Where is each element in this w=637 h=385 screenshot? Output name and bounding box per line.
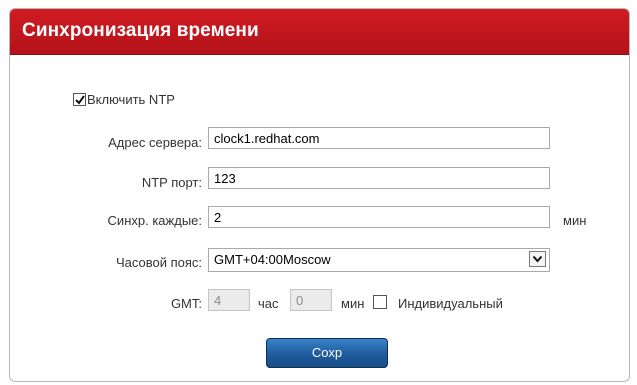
enable-ntp-label: Включить NTP <box>87 92 175 107</box>
checkmark-icon <box>75 95 85 105</box>
sync-interval-input[interactable] <box>208 206 550 228</box>
gmt-minutes-unit: мин <box>341 296 365 311</box>
gmt-label: GMT: <box>170 296 202 311</box>
timezone-selected-value: GMT+04:00Moscow <box>214 252 331 267</box>
server-address-label: Адрес сервера: <box>108 135 202 150</box>
custom-gmt-label: Индивидуальный <box>398 296 503 311</box>
page-title: Синхронизация времени <box>22 20 259 41</box>
timezone-select[interactable]: GMT+04:00Moscow <box>208 248 550 272</box>
timezone-label: Часовой пояс: <box>115 255 202 270</box>
save-button[interactable]: Сохр <box>266 338 388 368</box>
gmt-minutes-input <box>290 289 332 311</box>
chevron-down-icon[interactable] <box>529 251 546 267</box>
gmt-hours-input <box>208 289 250 311</box>
sync-interval-label: Синхр. каждые: <box>107 213 202 228</box>
gmt-hours-unit: час <box>258 296 279 311</box>
ntp-port-input[interactable] <box>208 167 550 189</box>
server-address-input[interactable] <box>208 127 550 149</box>
panel-header: Синхронизация времени <box>10 9 629 55</box>
ntp-port-label: NTP порт: <box>141 175 202 190</box>
sync-interval-unit: мин <box>563 213 587 228</box>
enable-ntp-checkbox[interactable] <box>73 93 86 106</box>
time-sync-panel: Синхронизация времени Включить NTP Адрес… <box>9 8 630 382</box>
custom-gmt-checkbox[interactable] <box>373 295 387 309</box>
